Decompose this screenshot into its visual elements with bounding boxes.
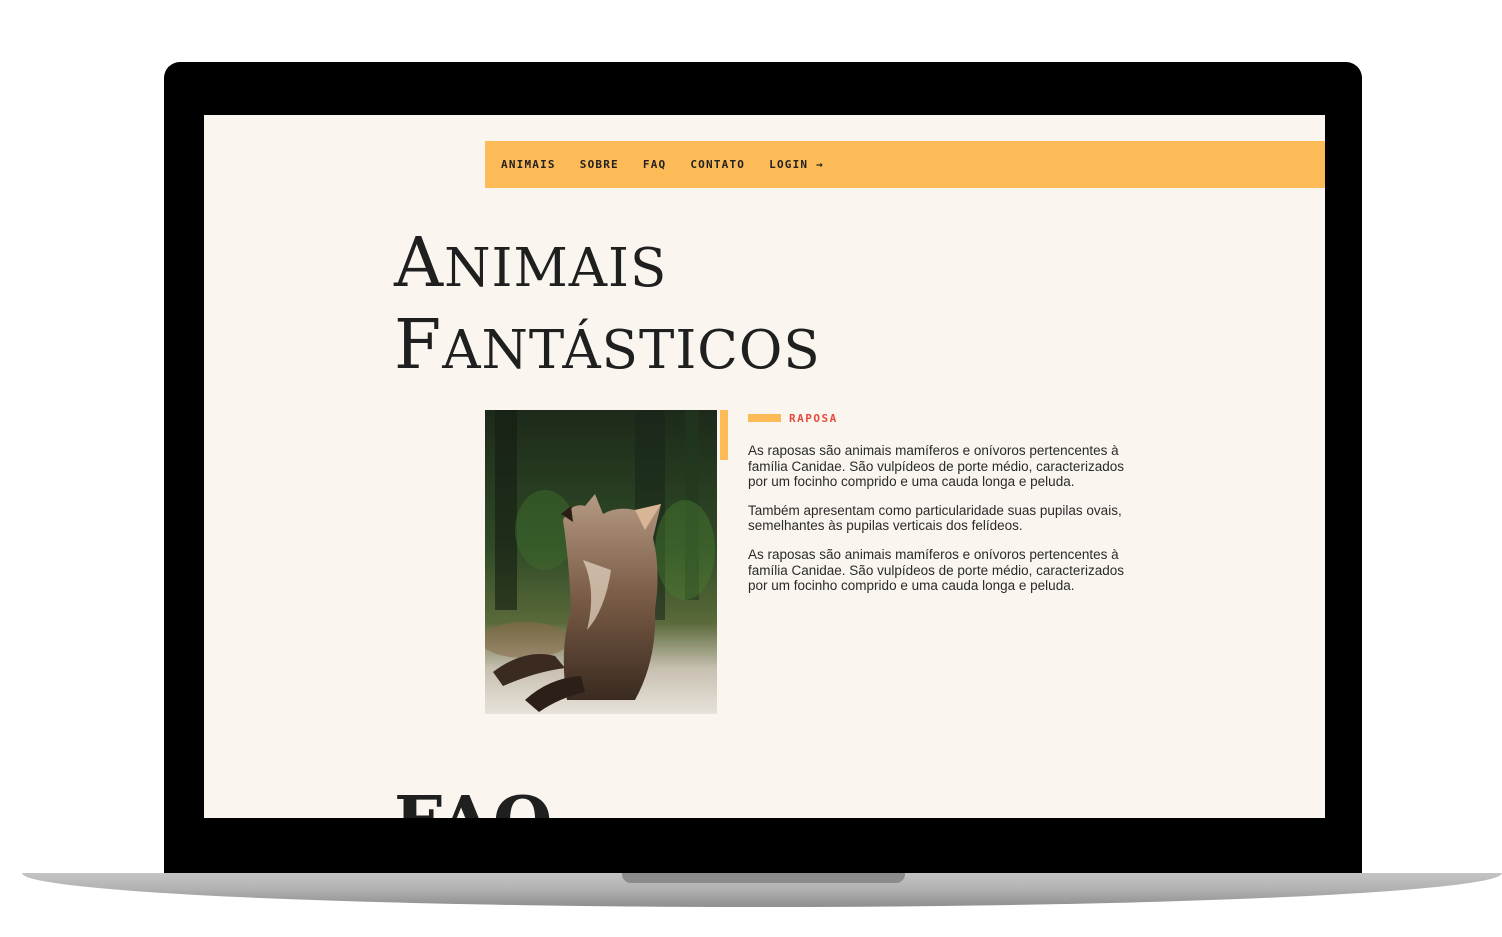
accent-bar bbox=[720, 410, 728, 460]
website-screen: ANIMAIS SOBRE FAQ CONTATO LOGIN → ANIMAI… bbox=[204, 115, 1325, 818]
paragraph-2: Também apresentam como particularidade s… bbox=[748, 502, 1122, 534]
faq-title: FAQ bbox=[394, 783, 553, 818]
paragraph-3: As raposas são animais mamíferos e onívo… bbox=[748, 546, 1124, 594]
nav-item-login[interactable]: LOGIN → bbox=[769, 158, 824, 171]
nav-item-animais[interactable]: ANIMAIS bbox=[501, 158, 556, 171]
fox-photo bbox=[485, 410, 717, 714]
title-line-1: ANIMAIS bbox=[394, 224, 668, 303]
animal-subtitle: RAPOSA bbox=[789, 411, 838, 425]
page-title: ANIMAIS FANTÁSTICOS bbox=[394, 225, 821, 389]
paragraph-1: As raposas são animais mamíferos e onívo… bbox=[748, 443, 1124, 490]
laptop-notch bbox=[622, 873, 905, 883]
main-nav: ANIMAIS SOBRE FAQ CONTATO LOGIN → bbox=[485, 141, 1325, 188]
nav-item-contato[interactable]: CONTATO bbox=[690, 158, 745, 171]
subtitle-line-decoration bbox=[748, 414, 781, 422]
animal-description: RAPOSA As raposas são animais mamíferos … bbox=[748, 411, 1128, 607]
subtitle-row: RAPOSA bbox=[748, 411, 1128, 425]
nav-item-faq[interactable]: FAQ bbox=[643, 158, 666, 171]
nav-item-sobre[interactable]: SOBRE bbox=[580, 158, 619, 171]
title-line-2: FANTÁSTICOS bbox=[394, 306, 821, 385]
